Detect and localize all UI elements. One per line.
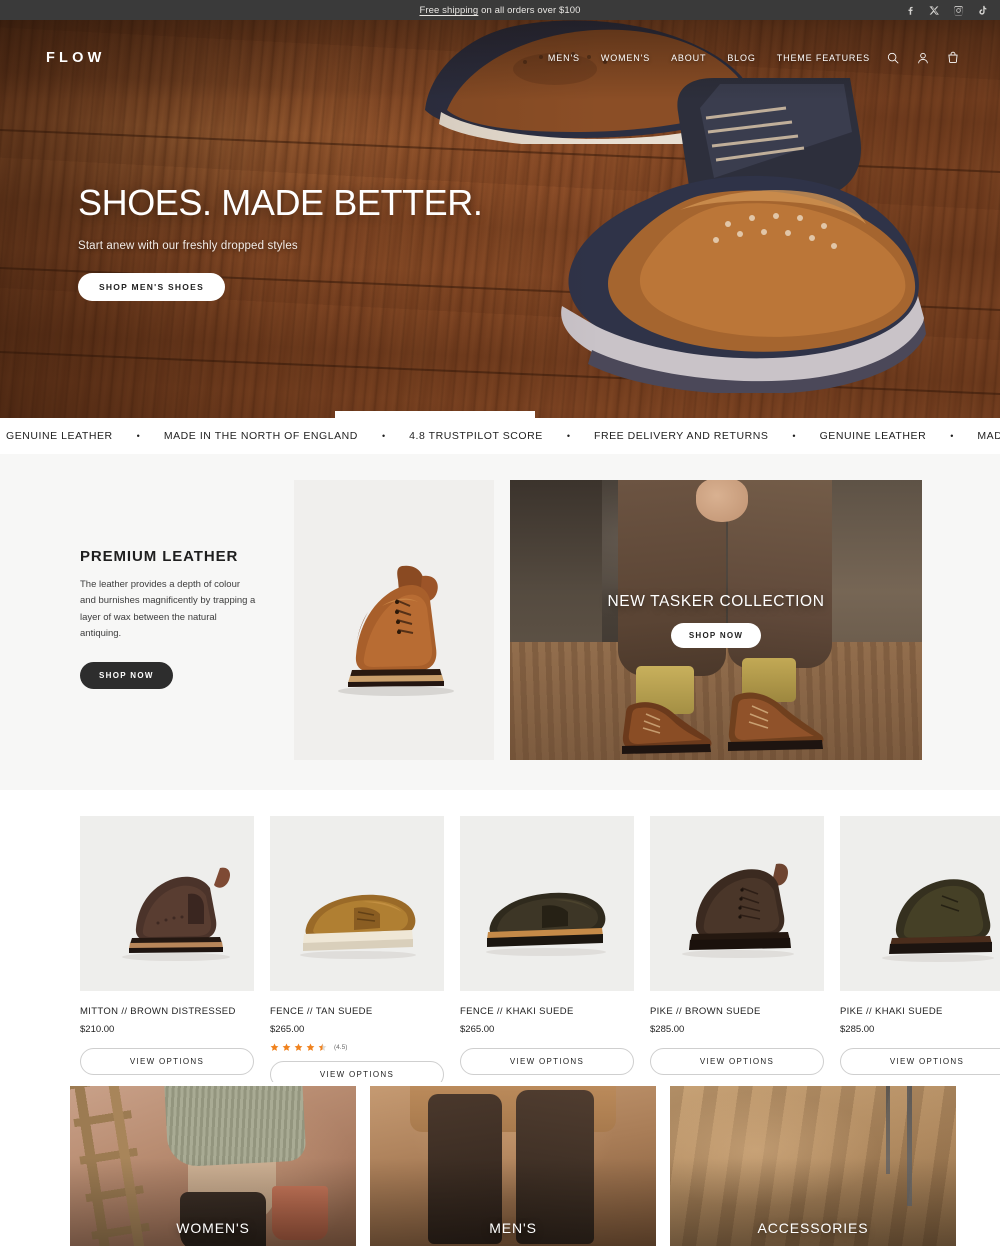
star-icon (306, 1043, 315, 1051)
marquee-item: FREE DELIVERY AND RETURNS (594, 429, 769, 442)
derby-shoe-khaki-suede (486, 892, 606, 956)
search-icon[interactable] (886, 51, 900, 65)
promo-tile[interactable]: NEW TASKER COLLECTION SHOP NOW (510, 480, 922, 760)
feature-copy: PREMIUM LEATHER The leather provides a d… (80, 480, 280, 690)
product-rating: (4.5) (270, 1043, 444, 1052)
feature-band: PREMIUM LEATHER The leather provides a d… (0, 454, 1000, 790)
cart-icon[interactable] (946, 51, 960, 65)
product-price: $210.00 (80, 1024, 115, 1035)
pike-boot-khaki-suede (882, 879, 994, 962)
chelsea-boot-brown-distressed (122, 867, 230, 961)
marquee-bar: GENUINE LEATHER • MADE IN THE NORTH OF E… (0, 418, 1000, 454)
product-price: $285.00 (840, 1024, 875, 1035)
category-label: MEN'S (489, 1220, 537, 1236)
star-icon (294, 1043, 303, 1051)
free-shipping-link[interactable]: Free shipping (419, 5, 478, 16)
view-options-button[interactable]: VIEW OPTIONS (270, 1061, 444, 1082)
star-icon (270, 1043, 279, 1051)
marquee-item: MADE IN THE NORTH OF ENGLAND (163, 429, 358, 442)
facebook-icon[interactable] (905, 5, 916, 16)
product-name[interactable]: PIKE // KHAKI SUEDE (840, 1006, 1000, 1017)
pike-boot-brown-suede (682, 863, 794, 958)
product-card[interactable]: FENCE // KHAKI SUEDE $265.00 VIEW OPTION… (460, 816, 634, 1082)
product-name[interactable]: FENCE // TAN SUEDE (270, 1006, 444, 1017)
marquee-item: GENUINE LEATHER (6, 429, 113, 442)
product-name[interactable]: PIKE // BROWN SUEDE (650, 1006, 824, 1017)
hero-slider-progress[interactable] (335, 411, 535, 418)
nav-item-blog[interactable]: BLOG (727, 53, 755, 63)
marquee-item: GENUINE LEATHER (819, 429, 927, 442)
feature-title: PREMIUM LEATHER (80, 548, 239, 565)
marquee-separator: • (381, 430, 386, 441)
marquee-item: MADE IN THE NORTH OF ENGLAND (977, 429, 1000, 442)
nav-item-theme-features[interactable]: THEME FEATURES (777, 53, 870, 63)
product-card[interactable]: FENCE // TAN SUEDE $265.00 (4.5) VIEW OP… (270, 816, 444, 1082)
social-links (905, 5, 988, 16)
product-image[interactable] (650, 816, 824, 991)
marquee-separator: • (792, 430, 796, 441)
product-price: $265.00 (460, 1024, 495, 1035)
nav-item-about[interactable]: ABOUT (671, 53, 706, 63)
category-label: WOMEN'S (176, 1220, 250, 1236)
category-tile-mens[interactable]: MEN'S (370, 1086, 656, 1246)
announcement-rest: on all orders over $100 (478, 4, 581, 16)
view-options-button[interactable]: VIEW OPTIONS (650, 1048, 824, 1075)
marquee-track: GENUINE LEATHER • MADE IN THE NORTH OF E… (0, 430, 1000, 442)
product-image[interactable] (80, 816, 254, 991)
announcement-bar: Free shipping on all orders over $100 (0, 0, 1000, 20)
derby-shoe-tan-suede (300, 894, 416, 959)
marquee-separator: • (950, 430, 954, 441)
site-header: FLOW MEN'S WOMEN'S ABOUT BLOG THEME FEAT… (0, 40, 1000, 76)
feature-body: The leather provides a depth of colour a… (80, 579, 256, 639)
hero-content: SHOES. MADE BETTER. Start anew with our … (78, 182, 483, 301)
x-twitter-icon[interactable] (929, 5, 940, 16)
product-image[interactable] (270, 816, 444, 991)
promo-shop-now-button[interactable]: SHOP NOW (670, 622, 762, 648)
feature-product-image[interactable] (294, 480, 494, 760)
tiktok-icon[interactable] (977, 5, 988, 16)
instagram-icon[interactable] (953, 5, 964, 16)
view-options-button[interactable]: VIEW OPTIONS (80, 1048, 254, 1075)
product-name[interactable]: MITTON // BROWN DISTRESSED (80, 1006, 254, 1017)
category-tile-accessories[interactable]: ACCESSORIES (670, 1086, 956, 1246)
header-icons (886, 51, 960, 65)
star-half-icon (318, 1043, 327, 1051)
product-card[interactable]: MITTON // BROWN DISTRESSED $210.00 VIEW … (80, 816, 254, 1082)
promo-title: NEW TASKER COLLECTION (607, 592, 825, 610)
brown-boot-illustration (338, 565, 454, 696)
nav-item-womens[interactable]: WOMEN'S (601, 53, 650, 63)
product-price: $285.00 (650, 1024, 685, 1035)
hero-title: SHOES. MADE BETTER. (78, 182, 483, 223)
star-icon (282, 1043, 291, 1051)
rating-value: (4.5) (334, 1044, 348, 1051)
hero-banner: FLOW MEN'S WOMEN'S ABOUT BLOG THEME FEAT… (0, 20, 1000, 418)
marquee-item: 4.8 TRUSTPILOT SCORE (409, 429, 543, 442)
site-logo[interactable]: FLOW (46, 50, 105, 66)
product-name[interactable]: FENCE // KHAKI SUEDE (460, 1006, 634, 1017)
category-tile-womens[interactable]: WOMEN'S (70, 1086, 356, 1246)
hero-subtitle: Start anew with our freshly dropped styl… (78, 240, 298, 252)
product-carousel[interactable]: MITTON // BROWN DISTRESSED $210.00 VIEW … (0, 790, 1000, 1082)
category-tiles: WOMEN'S MEN'S ACCESSORIES (0, 1086, 1000, 1246)
nav-item-mens[interactable]: MEN'S (548, 53, 580, 63)
product-image[interactable] (460, 816, 634, 991)
account-icon[interactable] (916, 51, 930, 65)
marquee-separator: • (136, 430, 140, 441)
product-image[interactable] (840, 816, 1000, 991)
announcement-text: Free shipping on all orders over $100 (0, 5, 1000, 16)
main-navigation: MEN'S WOMEN'S ABOUT BLOG THEME FEATURES (548, 53, 870, 63)
category-label: ACCESSORIES (757, 1220, 869, 1236)
view-options-button[interactable]: VIEW OPTIONS (840, 1048, 1000, 1075)
product-card[interactable]: PIKE // BROWN SUEDE $285.00 VIEW OPTIONS (650, 816, 824, 1082)
feature-shop-now-button[interactable]: SHOP NOW (80, 662, 173, 690)
hero-cta-button[interactable]: SHOP MEN'S SHOES (78, 273, 225, 301)
marquee-separator: • (566, 430, 570, 441)
product-card[interactable]: PIKE // KHAKI SUEDE $285.00 VIEW OPTIONS (840, 816, 1000, 1082)
view-options-button[interactable]: VIEW OPTIONS (460, 1048, 634, 1075)
product-price: $265.00 (270, 1024, 305, 1035)
